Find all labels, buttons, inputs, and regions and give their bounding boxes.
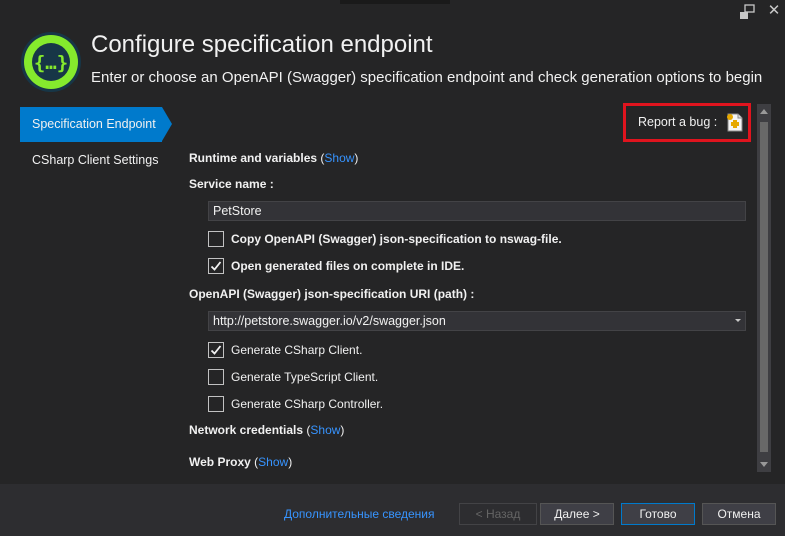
close-window-icon[interactable]: ✕ xyxy=(766,2,782,18)
proxy-close-paren: ) xyxy=(288,455,293,469)
chevron-down-icon[interactable] xyxy=(735,319,741,322)
runtime-variables-text: Runtime and variables xyxy=(189,151,318,165)
copy-spec-label: Copy OpenAPI (Swagger) json-specificatio… xyxy=(231,232,562,246)
csharp-controller-checkbox[interactable] xyxy=(208,396,224,412)
web-proxy-label: Web Proxy (Show) xyxy=(189,455,292,469)
runtime-show-link[interactable]: Show xyxy=(324,151,354,165)
network-credentials-label: Network credentials (Show) xyxy=(189,423,344,437)
typescript-client-option[interactable]: Generate TypeScript Client. xyxy=(208,368,378,386)
report-bug-icon[interactable] xyxy=(725,111,745,133)
checkmark-icon xyxy=(210,261,222,271)
report-bug-label: Report a bug : xyxy=(638,115,718,129)
csharp-client-checkbox[interactable] xyxy=(208,342,224,358)
svg-text:{…}: {…} xyxy=(34,52,68,74)
csharp-controller-option[interactable]: Generate CSharp Controller. xyxy=(208,395,383,413)
csharp-client-option[interactable]: Generate CSharp Client. xyxy=(208,341,362,359)
page-title: Configure specification endpoint xyxy=(91,31,433,58)
runtime-variables-label: Runtime and variables (Show) xyxy=(189,151,358,165)
more-info-link[interactable]: Дополнительные сведения xyxy=(284,507,434,521)
nav-active-pointer xyxy=(162,107,172,141)
top-title-strip xyxy=(340,0,450,4)
nav-item-specification-endpoint[interactable]: Specification Endpoint xyxy=(20,107,162,142)
service-name-input[interactable]: PetStore xyxy=(208,201,746,221)
vertical-scrollbar[interactable] xyxy=(757,104,771,472)
typescript-client-checkbox[interactable] xyxy=(208,369,224,385)
copy-spec-option[interactable]: Copy OpenAPI (Swagger) json-specificatio… xyxy=(208,230,562,248)
spec-uri-value: http://petstore.swagger.io/v2/swagger.js… xyxy=(213,314,446,328)
runtime-close-paren: ) xyxy=(354,151,359,165)
scrollbar-thumb[interactable] xyxy=(760,122,768,452)
back-button[interactable]: < Назад xyxy=(459,503,537,525)
report-bug-highlight: Report a bug : xyxy=(623,103,751,142)
copy-spec-checkbox[interactable] xyxy=(208,231,224,247)
service-name-label: Service name : xyxy=(189,177,274,191)
next-button[interactable]: Далее > xyxy=(540,503,614,525)
network-close-paren: ) xyxy=(340,423,345,437)
window-menu-icon[interactable] xyxy=(739,4,755,20)
typescript-client-label: Generate TypeScript Client. xyxy=(231,370,379,384)
nav-item-csharp-client-settings[interactable]: CSharp Client Settings xyxy=(20,143,162,178)
spec-uri-combobox[interactable]: http://petstore.swagger.io/v2/swagger.js… xyxy=(208,311,746,331)
scroll-down-icon[interactable] xyxy=(760,462,768,467)
open-files-checkbox[interactable] xyxy=(208,258,224,274)
open-files-label: Open generated files on complete in IDE. xyxy=(231,259,465,273)
checkmark-icon xyxy=(210,345,222,355)
finish-button[interactable]: Готово xyxy=(621,503,695,525)
swagger-logo-icon: {…} xyxy=(20,31,82,93)
proxy-show-link[interactable]: Show xyxy=(258,455,288,469)
page-subtitle: Enter or choose an OpenAPI (Swagger) spe… xyxy=(91,69,763,86)
csharp-controller-label: Generate CSharp Controller. xyxy=(231,397,384,411)
csharp-client-label: Generate CSharp Client. xyxy=(231,343,363,357)
spec-uri-label: OpenAPI (Swagger) json-specification URI… xyxy=(189,287,475,301)
web-proxy-text: Web Proxy xyxy=(189,455,251,469)
scroll-up-icon[interactable] xyxy=(760,109,768,114)
open-files-option[interactable]: Open generated files on complete in IDE. xyxy=(208,257,464,275)
network-credentials-text: Network credentials xyxy=(189,423,304,437)
network-show-link[interactable]: Show xyxy=(310,423,340,437)
cancel-button[interactable]: Отмена xyxy=(702,503,776,525)
